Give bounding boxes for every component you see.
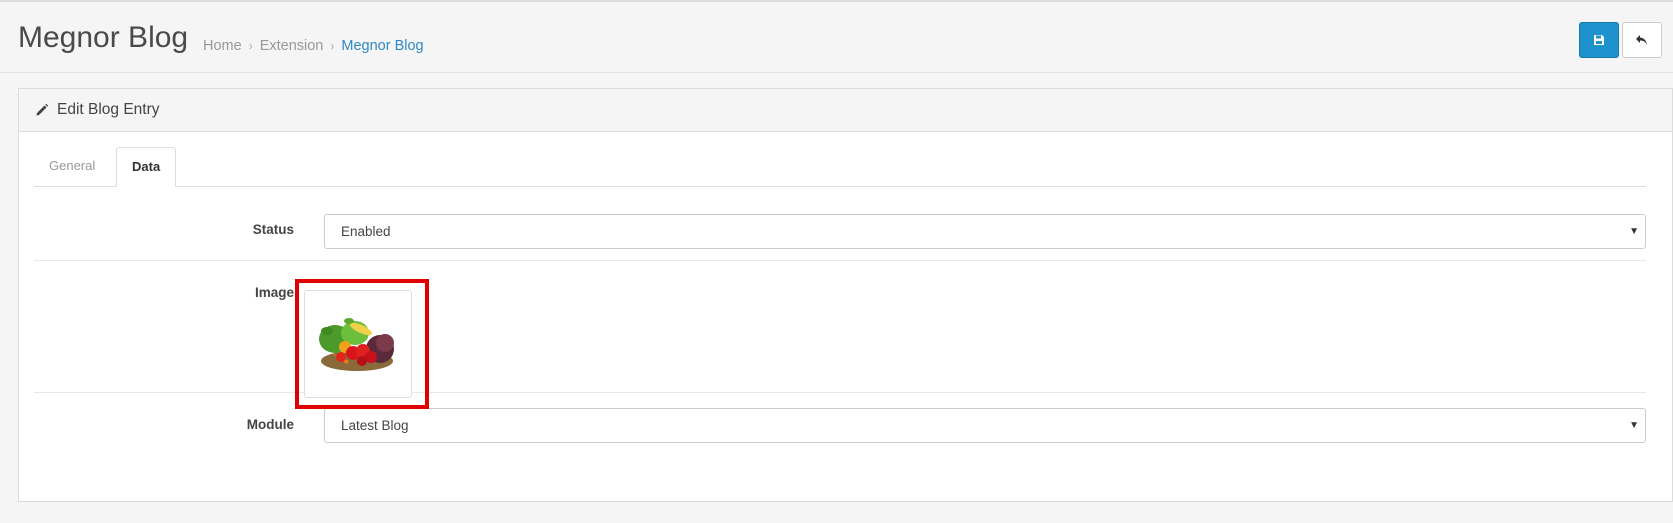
back-button[interactable] bbox=[1622, 22, 1662, 58]
page-title: Megnor Blog bbox=[18, 21, 189, 54]
module-row: Module Latest Blog ▼ bbox=[34, 392, 1646, 472]
status-select[interactable]: Enabled ▼ bbox=[324, 214, 1646, 249]
save-icon bbox=[1594, 35, 1604, 45]
tab-bar: General Data bbox=[34, 147, 1646, 187]
breadcrumb: Home › Extension › Megnor Blog bbox=[203, 37, 424, 55]
breadcrumb-separator: › bbox=[330, 39, 335, 53]
status-row: Status Enabled ▼ bbox=[34, 204, 1646, 260]
module-value: Latest Blog bbox=[341, 418, 409, 433]
module-select[interactable]: Latest Blog ▼ bbox=[324, 408, 1646, 443]
vegetables-image bbox=[319, 318, 394, 371]
image-thumbnail[interactable] bbox=[304, 290, 412, 398]
panel-heading: Edit Blog Entry bbox=[19, 89, 1672, 132]
reply-icon bbox=[1636, 35, 1647, 45]
breadcrumb-home[interactable]: Home bbox=[203, 38, 242, 54]
image-row: Image bbox=[34, 260, 1646, 392]
tab-general[interactable]: General bbox=[34, 147, 110, 186]
pencil-icon bbox=[36, 103, 49, 116]
page-header: Megnor Blog Home › Extension › Megnor Blog bbox=[0, 2, 1673, 73]
image-label: Image bbox=[254, 285, 294, 300]
breadcrumb-separator: › bbox=[248, 39, 253, 53]
panel-title: Edit Blog Entry bbox=[57, 101, 160, 118]
chevron-down-icon: ▼ bbox=[1629, 226, 1639, 237]
save-button[interactable] bbox=[1579, 22, 1619, 58]
status-value: Enabled bbox=[341, 224, 391, 239]
status-label: Status bbox=[252, 222, 294, 237]
breadcrumb-megnor-blog[interactable]: Megnor Blog bbox=[341, 38, 423, 54]
edit-blog-panel: Edit Blog Entry General Data Status Enab… bbox=[18, 88, 1673, 502]
breadcrumb-extension[interactable]: Extension bbox=[260, 38, 324, 54]
chevron-down-icon: ▼ bbox=[1629, 420, 1639, 431]
module-label: Module bbox=[246, 417, 294, 432]
tab-data[interactable]: Data bbox=[116, 147, 177, 187]
